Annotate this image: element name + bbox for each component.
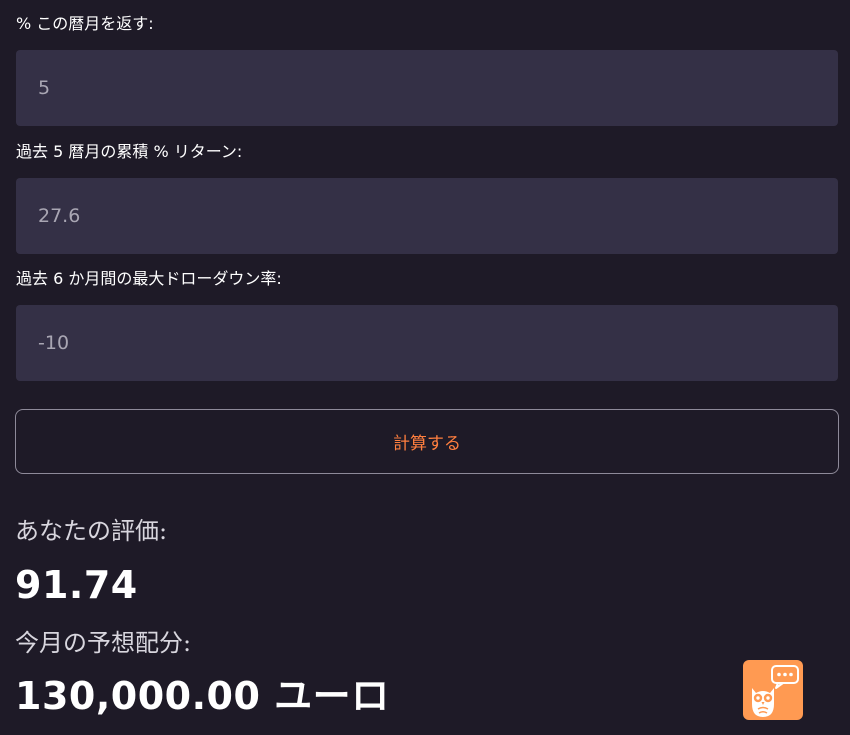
monthly-return-input[interactable]: [16, 50, 838, 126]
rating-heading: あなたの評価:: [15, 517, 168, 545]
max-drawdown-label: 過去 6 か月間の最大ドローダウン率:: [16, 269, 282, 288]
chat-widget-button[interactable]: [743, 660, 803, 720]
calculate-button[interactable]: 計算する: [15, 409, 839, 474]
owl-chat-icon: [752, 665, 799, 717]
cumulative-return-input[interactable]: [16, 178, 838, 254]
rating-value: 91.74: [15, 563, 138, 607]
distribution-value: 130,000.00 ユーロ: [15, 674, 390, 718]
distribution-heading: 今月の予想配分:: [15, 629, 192, 657]
monthly-return-label: % この暦月を返す:: [16, 14, 154, 33]
cumulative-return-label: 過去 5 暦月の累積 % リターン:: [16, 142, 243, 161]
max-drawdown-input[interactable]: [16, 305, 838, 381]
